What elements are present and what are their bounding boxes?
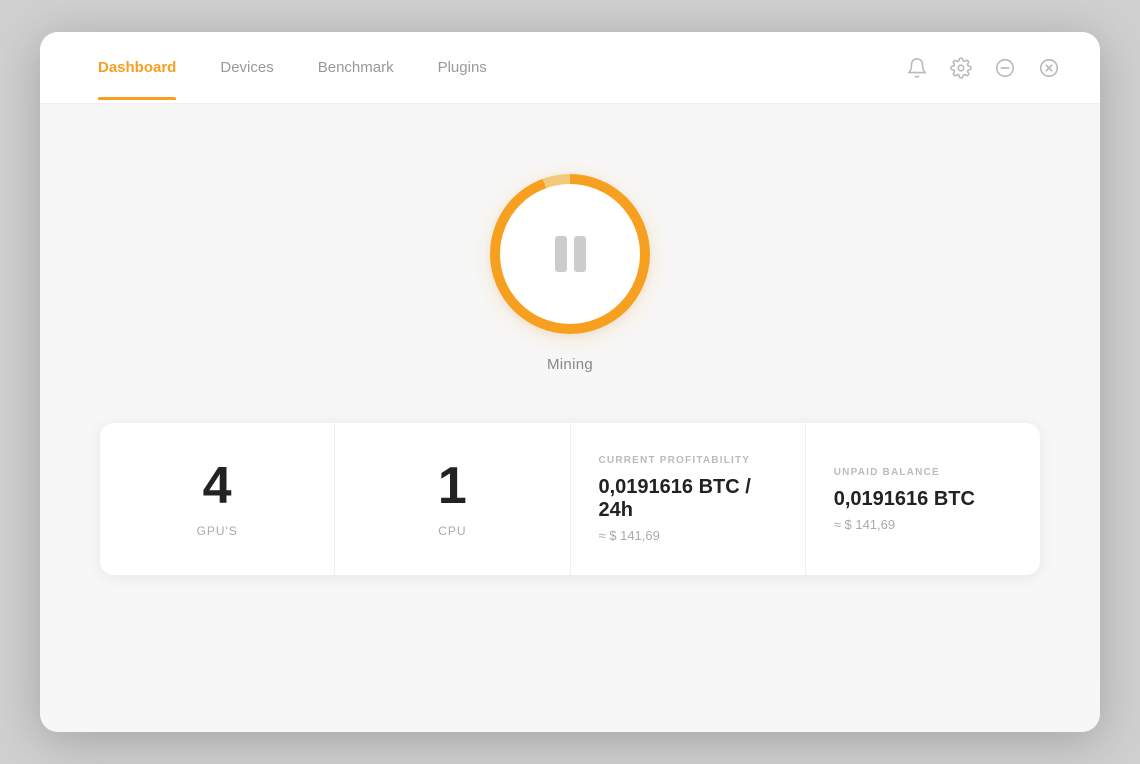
- balance-usd-value: ≈ $ 141,69: [834, 517, 895, 532]
- gpu-label: GPU'S: [197, 524, 238, 538]
- stats-row: 4 GPU'S 1 CPU CURRENT PROFITABILITY 0,01…: [100, 423, 1040, 575]
- stat-card-balance: UNPAID BALANCE 0,0191616 BTC ≈ $ 141,69: [806, 423, 1040, 575]
- balance-btc-value: 0,0191616 BTC: [834, 488, 975, 511]
- stat-card-gpu: 4 GPU'S: [100, 423, 335, 575]
- minimize-icon[interactable]: [990, 53, 1020, 83]
- settings-icon[interactable]: [946, 53, 976, 83]
- cpu-label: CPU: [438, 524, 466, 538]
- stat-card-profitability: CURRENT PROFITABILITY 0,0191616 BTC / 24…: [571, 423, 806, 575]
- gpu-count: 4: [203, 460, 232, 512]
- profitability-btc-number: 0,0191616: [599, 476, 694, 498]
- balance-section-label: UNPAID BALANCE: [834, 467, 940, 478]
- nav-item-dashboard[interactable]: Dashboard: [76, 35, 198, 100]
- pause-icon: [555, 236, 586, 272]
- nav-item-devices[interactable]: Devices: [198, 35, 295, 100]
- bell-icon[interactable]: [902, 53, 932, 83]
- cpu-count: 1: [438, 460, 467, 512]
- mining-section: Mining: [490, 174, 650, 373]
- mining-toggle-button[interactable]: [490, 174, 650, 334]
- profitability-section-label: CURRENT PROFITABILITY: [599, 455, 751, 466]
- pause-bar-right: [574, 236, 586, 272]
- header: Dashboard Devices Benchmark Plugins: [40, 32, 1100, 104]
- mining-status-label: Mining: [547, 356, 593, 373]
- stat-card-cpu: 1 CPU: [335, 423, 570, 575]
- nav-item-plugins[interactable]: Plugins: [416, 35, 509, 100]
- nav-item-benchmark[interactable]: Benchmark: [296, 35, 416, 100]
- profitability-usd-value: ≈ $ 141,69: [599, 528, 660, 543]
- app-window: Dashboard Devices Benchmark Plugins: [40, 32, 1100, 732]
- main-nav: Dashboard Devices Benchmark Plugins: [76, 35, 509, 100]
- main-content: Mining 4 GPU'S 1 CPU CURRENT PROFITABILI…: [40, 104, 1100, 732]
- balance-btc-number: 0,0191616: [834, 488, 929, 510]
- mining-ring: [490, 174, 650, 334]
- close-icon[interactable]: [1034, 53, 1064, 83]
- pause-bar-left: [555, 236, 567, 272]
- balance-btc-unit: BTC: [928, 488, 975, 510]
- header-icons: [902, 53, 1064, 83]
- profitability-btc-value: 0,0191616 BTC / 24h: [599, 476, 777, 522]
- mining-ring-inner: [500, 184, 640, 324]
